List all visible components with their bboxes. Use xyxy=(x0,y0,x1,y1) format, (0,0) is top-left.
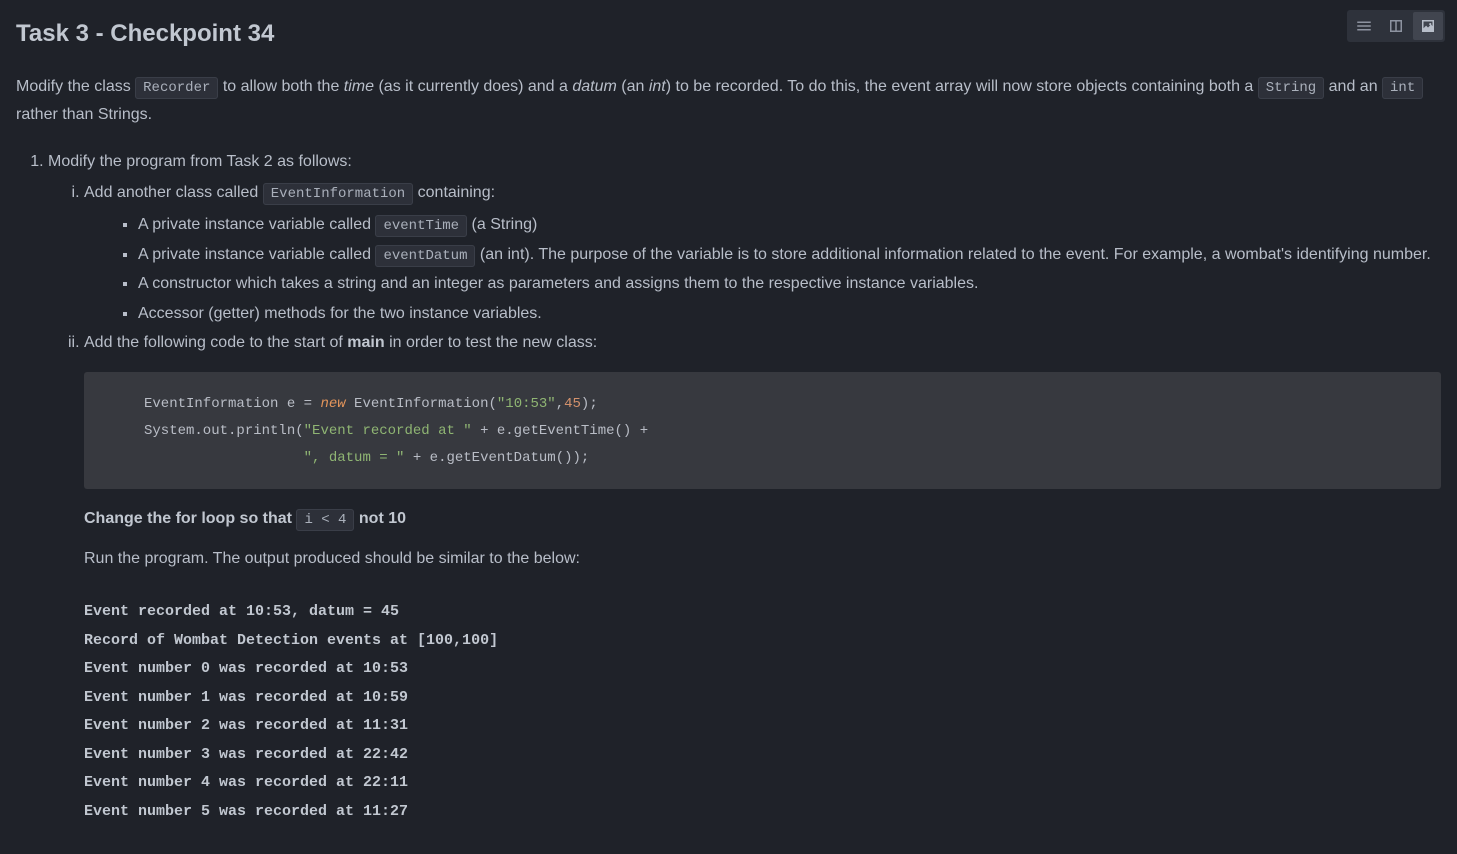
text: (an xyxy=(617,78,649,95)
code-eventinformation: EventInformation xyxy=(263,183,413,205)
roman-list: Add another class called EventInformatio… xyxy=(48,179,1441,827)
text: (a String) xyxy=(467,216,537,233)
text: Change the for loop so that xyxy=(84,510,296,527)
text: ) to be recorded. To do this, the event … xyxy=(666,78,1258,95)
menu-view-button[interactable] xyxy=(1349,12,1379,40)
italic-int: int xyxy=(649,78,666,95)
page-title: Task 3 - Checkpoint 34 xyxy=(16,14,1441,55)
menu-icon xyxy=(1355,17,1373,35)
step-1-label: Modify the program from Task 2 as follow… xyxy=(48,153,352,170)
text: rather than Strings. xyxy=(16,106,152,123)
intro-paragraph: Modify the class Recorder to allow both … xyxy=(16,73,1441,128)
list-item: Add another class called EventInformatio… xyxy=(84,179,1441,327)
text: A private instance variable called xyxy=(138,246,375,263)
list-item: Add the following code to the start of m… xyxy=(84,329,1441,827)
text: and an xyxy=(1324,78,1382,95)
expected-output: Event recorded at 10:53, datum = 45 Reco… xyxy=(84,598,1441,826)
text: containing: xyxy=(413,184,495,201)
text: to allow both the xyxy=(218,78,343,95)
list-item: Modify the program from Task 2 as follow… xyxy=(48,148,1441,827)
code-loop-cond: i < 4 xyxy=(296,509,354,531)
view-toolbar xyxy=(1347,10,1445,42)
image-view-button[interactable] xyxy=(1413,12,1443,40)
split-view-button[interactable] xyxy=(1381,12,1411,40)
text: Add another class called xyxy=(84,184,263,201)
ordered-list: Modify the program from Task 2 as follow… xyxy=(16,148,1441,827)
text: (as it currently does) and a xyxy=(374,78,572,95)
list-item: A private instance variable called event… xyxy=(138,211,1441,239)
code-content: EventInformation e = new EventInformatio… xyxy=(144,396,648,466)
list-item: Accessor (getter) methods for the two in… xyxy=(138,300,1441,327)
text: Modify the class xyxy=(16,78,135,95)
bold-main: main xyxy=(347,334,384,351)
code-recorder: Recorder xyxy=(135,77,218,99)
italic-datum: datum xyxy=(572,78,616,95)
code-eventdatum: eventDatum xyxy=(375,245,475,267)
text: Add the following code to the start of xyxy=(84,334,347,351)
bullet-list: A private instance variable called event… xyxy=(84,211,1441,327)
text: A private instance variable called xyxy=(138,216,375,233)
change-loop-paragraph: Change the for loop so that i < 4 not 10 xyxy=(84,505,1441,533)
list-item: A constructor which takes a string and a… xyxy=(138,270,1441,297)
list-item: A private instance variable called event… xyxy=(138,241,1441,269)
text: in order to test the new class: xyxy=(385,334,598,351)
sidebar-icon xyxy=(1387,17,1405,35)
code-string: String xyxy=(1258,77,1324,99)
code-block: EventInformation e = new EventInformatio… xyxy=(84,372,1441,490)
run-paragraph: Run the program. The output produced sho… xyxy=(84,545,1441,572)
code-eventtime: eventTime xyxy=(375,215,467,237)
image-icon xyxy=(1419,17,1437,35)
code-int: int xyxy=(1382,77,1423,99)
italic-time: time xyxy=(344,78,374,95)
text: not 10 xyxy=(354,510,406,527)
text: (an int). The purpose of the variable is… xyxy=(475,246,1430,263)
